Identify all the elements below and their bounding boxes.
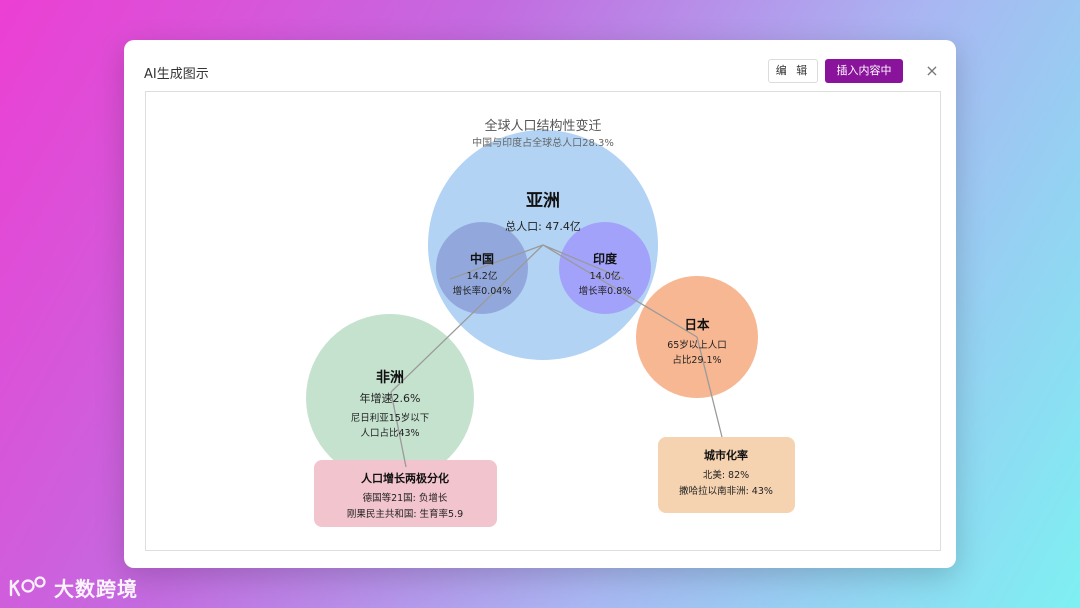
urbanization-title: 城市化率 — [704, 448, 748, 462]
close-icon[interactable]: × — [922, 60, 942, 82]
watermark: 大数跨境 — [8, 572, 138, 602]
japan-elderly: 65岁以上人口 — [667, 339, 727, 351]
ai-diagram-dialog: AI生成图示 编 辑 插入内容中 × 全球人口结构性变迁 中国与印度占全球总人口… — [124, 40, 956, 568]
urbanization-north-america: 北美: 82% — [703, 469, 749, 481]
africa-nigeria: 尼日利亚15岁以下 — [351, 412, 430, 424]
india-label: 印度 — [593, 251, 618, 266]
china-circle — [436, 222, 528, 314]
india-population: 14.0亿 — [590, 270, 621, 282]
asia-label: 亚洲 — [526, 191, 560, 211]
china-population: 14.2亿 — [467, 270, 498, 282]
brand-logo-icon — [9, 576, 46, 597]
diagram-subtitle: 中国与印度占全球总人口28.3% — [472, 136, 614, 149]
diagram-canvas: 全球人口结构性变迁 中国与印度占全球总人口28.3% 亚洲 总人口: 47.4亿… — [145, 91, 941, 551]
urbanization-subsaharan: 撒哈拉以南非洲: 43% — [679, 485, 773, 497]
japan-label: 日本 — [684, 317, 710, 332]
polarization-title: 人口增长两极分化 — [361, 471, 449, 485]
asia-population: 总人口: 47.4亿 — [505, 219, 581, 233]
polarization-line2: 刚果民主共和国: 生育率5.9 — [347, 508, 463, 520]
africa-youth-ratio: 人口占比43% — [360, 427, 419, 439]
edit-button[interactable]: 编 辑 — [768, 59, 818, 83]
insert-content-button[interactable]: 插入内容中 — [825, 59, 903, 83]
japan-ratio: 占比29.1% — [672, 354, 721, 366]
china-label: 中国 — [470, 251, 494, 266]
india-circle — [559, 222, 651, 314]
watermark-text: 大数跨境 — [54, 576, 138, 601]
diagram-title: 全球人口结构性变迁 — [484, 118, 601, 134]
diagram-svg: 全球人口结构性变迁 中国与印度占全球总人口28.3% 亚洲 总人口: 47.4亿… — [306, 118, 795, 527]
africa-label: 非洲 — [376, 369, 404, 386]
dialog-title: AI生成图示 — [144, 67, 209, 82]
africa-growth: 年增速2.6% — [360, 391, 421, 405]
polarization-line1: 德国等21国: 负增长 — [363, 492, 448, 504]
china-growth: 增长率0.04% — [453, 285, 512, 297]
india-growth: 增长率0.8% — [579, 285, 632, 297]
